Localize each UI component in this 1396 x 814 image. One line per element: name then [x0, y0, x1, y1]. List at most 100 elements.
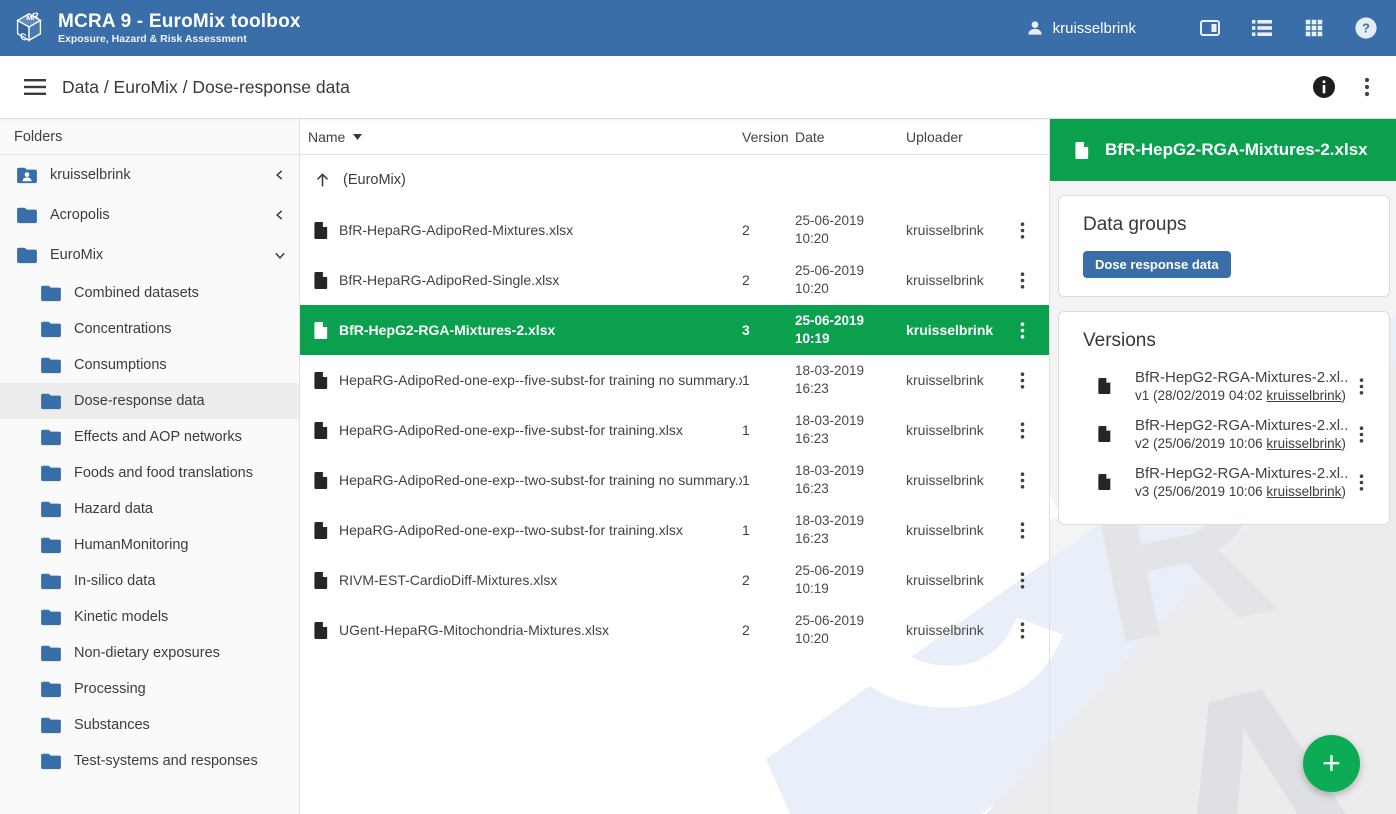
- column-header-version[interactable]: Version: [742, 129, 795, 145]
- folder-icon: [40, 284, 62, 302]
- row-menu-button[interactable]: [1005, 272, 1039, 289]
- sidebar-item-kruisselbrink[interactable]: kruisselbrink: [0, 155, 299, 195]
- content-area: C R A Folders kruisselbrink: [0, 119, 1396, 814]
- list-view-button[interactable]: [1250, 16, 1274, 40]
- sidebar-item-test-systems-and-responses[interactable]: Test-systems and responses: [0, 743, 299, 779]
- sidebar-item-consumptions[interactable]: Consumptions: [0, 347, 299, 383]
- app-subtitle: Exposure, Hazard & Risk Assessment: [58, 33, 301, 45]
- version-item[interactable]: BfR-HepG2-RGA-Mixtures-2.xl... v2 (25/06…: [1083, 410, 1375, 458]
- row-menu-button[interactable]: [1005, 322, 1039, 339]
- folders-header: Folders: [0, 119, 299, 155]
- sidebar-item-substances[interactable]: Substances: [0, 707, 299, 743]
- file-row[interactable]: HepaRG-AdipoRed-one-exp--two-subst-for t…: [300, 455, 1049, 505]
- version-menu-button[interactable]: [1347, 378, 1375, 395]
- file-icon: [313, 520, 330, 541]
- sidebar-item-concentrations[interactable]: Concentrations: [0, 311, 299, 347]
- row-menu-button[interactable]: [1005, 422, 1039, 439]
- column-header-date[interactable]: Date: [795, 129, 906, 145]
- version-item[interactable]: BfR-HepG2-RGA-Mixtures-2.xl... v1 (28/02…: [1083, 362, 1375, 410]
- sidebar-item-humanmonitoring[interactable]: HumanMonitoring: [0, 527, 299, 563]
- sidebar-item-euromix[interactable]: EuroMix: [0, 235, 299, 275]
- chevron-left-icon: [273, 168, 287, 182]
- version-menu-button[interactable]: [1347, 474, 1375, 491]
- file-version: 2: [742, 622, 795, 638]
- menu-icon[interactable]: [24, 79, 46, 95]
- folder-icon: [16, 246, 38, 264]
- detail-header: BfR-HepG2-RGA-Mixtures-2.xlsx: [1050, 119, 1396, 181]
- sidebar-item-combined-datasets[interactable]: Combined datasets: [0, 275, 299, 311]
- page-menu-button[interactable]: [1358, 78, 1376, 96]
- breadcrumb[interactable]: Data / EuroMix / Dose-response data: [62, 77, 350, 98]
- version-menu-button[interactable]: [1347, 426, 1375, 443]
- help-button[interactable]: ?: [1354, 16, 1378, 40]
- file-uploader: kruisselbrink: [906, 322, 1005, 338]
- file-name: HepaRG-AdipoRed-one-exp--two-subst-for t…: [339, 522, 683, 538]
- kebab-icon: [1020, 322, 1025, 339]
- row-menu-button[interactable]: [1005, 472, 1039, 489]
- file-row[interactable]: RIVM-EST-CardioDiff-Mixtures.xlsx 2 25-0…: [300, 555, 1049, 605]
- apps-grid-icon: [1303, 17, 1325, 39]
- add-file-button[interactable]: +: [1303, 735, 1360, 792]
- apps-grid-button[interactable]: [1302, 16, 1326, 40]
- kebab-icon: [1359, 474, 1364, 491]
- row-menu-button[interactable]: [1005, 572, 1039, 589]
- file-row[interactable]: BfR-HepaRG-AdipoRed-Mixtures.xlsx 2 25-0…: [300, 205, 1049, 255]
- folder-label: Consumptions: [74, 357, 287, 373]
- chevron-down-icon: [273, 248, 287, 262]
- folder-label: kruisselbrink: [50, 167, 273, 183]
- sidebar-item-kinetic-models[interactable]: Kinetic models: [0, 599, 299, 635]
- column-header-uploader[interactable]: Uploader: [906, 129, 1005, 145]
- folder-icon: [40, 752, 62, 770]
- file-detail-panel: BfR-HepG2-RGA-Mixtures-2.xlsx Data group…: [1050, 119, 1396, 814]
- sidebar-item-non-dietary-exposures[interactable]: Non-dietary exposures: [0, 635, 299, 671]
- folder-icon: [40, 536, 62, 554]
- sidebar-item-acropolis[interactable]: Acropolis: [0, 195, 299, 235]
- versions-list: BfR-HepG2-RGA-Mixtures-2.xl... v1 (28/02…: [1083, 362, 1375, 506]
- file-row[interactable]: BfR-HepG2-RGA-Mixtures-2.xlsx 3 25-06-20…: [300, 305, 1049, 355]
- column-header-name[interactable]: Name: [308, 129, 742, 145]
- data-groups-card: Data groups Dose response data: [1058, 195, 1390, 297]
- svg-text:R: R: [32, 11, 39, 24]
- sidebar-item-effects-and-aop-networks[interactable]: Effects and AOP networks: [0, 419, 299, 455]
- row-menu-button[interactable]: [1005, 622, 1039, 639]
- version-uploader-link[interactable]: kruisselbrink: [1266, 436, 1341, 451]
- kebab-icon: [1020, 222, 1025, 239]
- row-menu-button[interactable]: [1005, 522, 1039, 539]
- version-uploader-link[interactable]: kruisselbrink: [1266, 388, 1341, 403]
- file-version: 1: [742, 522, 795, 538]
- version-file-name: BfR-HepG2-RGA-Mixtures-2.xl...: [1135, 465, 1347, 482]
- sidebar-item-dose-response-data[interactable]: Dose-response data: [0, 383, 299, 419]
- user-menu[interactable]: kruisselbrink: [1025, 18, 1136, 38]
- file-row[interactable]: BfR-HepaRG-AdipoRed-Single.xlsx 2 25-06-…: [300, 255, 1049, 305]
- detail-title: BfR-HepG2-RGA-Mixtures-2.xlsx: [1105, 140, 1368, 160]
- svg-text:C: C: [20, 31, 27, 44]
- file-name: UGent-HepaRG-Mitochondria-Mixtures.xlsx: [339, 622, 609, 638]
- row-menu-button[interactable]: [1005, 222, 1039, 239]
- version-item[interactable]: BfR-HepG2-RGA-Mixtures-2.xl... v3 (25/06…: [1083, 458, 1375, 506]
- file-row[interactable]: UGent-HepaRG-Mitochondria-Mixtures.xlsx …: [300, 605, 1049, 655]
- sidebar-item-processing[interactable]: Processing: [0, 671, 299, 707]
- folder-label: EuroMix: [50, 247, 273, 263]
- card-view-button[interactable]: [1198, 16, 1222, 40]
- info-button[interactable]: [1312, 75, 1336, 99]
- file-icon: [313, 270, 330, 291]
- file-row[interactable]: HepaRG-AdipoRed-one-exp--five-subst-for …: [300, 355, 1049, 405]
- file-uploader: kruisselbrink: [906, 372, 1005, 388]
- sidebar-item-in-silico-data[interactable]: In-silico data: [0, 563, 299, 599]
- sidebar-item-hazard-data[interactable]: Hazard data: [0, 491, 299, 527]
- file-name: BfR-HepaRG-AdipoRed-Single.xlsx: [339, 272, 559, 288]
- version-uploader-link[interactable]: kruisselbrink: [1266, 484, 1341, 499]
- chevron-left-icon: [273, 208, 287, 222]
- sidebar-item-foods-and-food-translations[interactable]: Foods and food translations: [0, 455, 299, 491]
- file-row[interactable]: HepaRG-AdipoRed-one-exp--two-subst-for t…: [300, 505, 1049, 555]
- file-name: HepaRG-AdipoRed-one-exp--five-subst-for …: [339, 422, 683, 438]
- file-date: 18-03-2019 16:23: [795, 412, 906, 448]
- file-icon: [313, 570, 330, 591]
- parent-folder-row[interactable]: (EuroMix): [300, 155, 1049, 205]
- folder-label: HumanMonitoring: [74, 537, 287, 553]
- folder-icon: [40, 572, 62, 590]
- version-meta: v1 (28/02/2019 04:02 kruisselbrink): [1135, 388, 1347, 403]
- folder-icon: [40, 644, 62, 662]
- row-menu-button[interactable]: [1005, 372, 1039, 389]
- file-row[interactable]: HepaRG-AdipoRed-one-exp--five-subst-for …: [300, 405, 1049, 455]
